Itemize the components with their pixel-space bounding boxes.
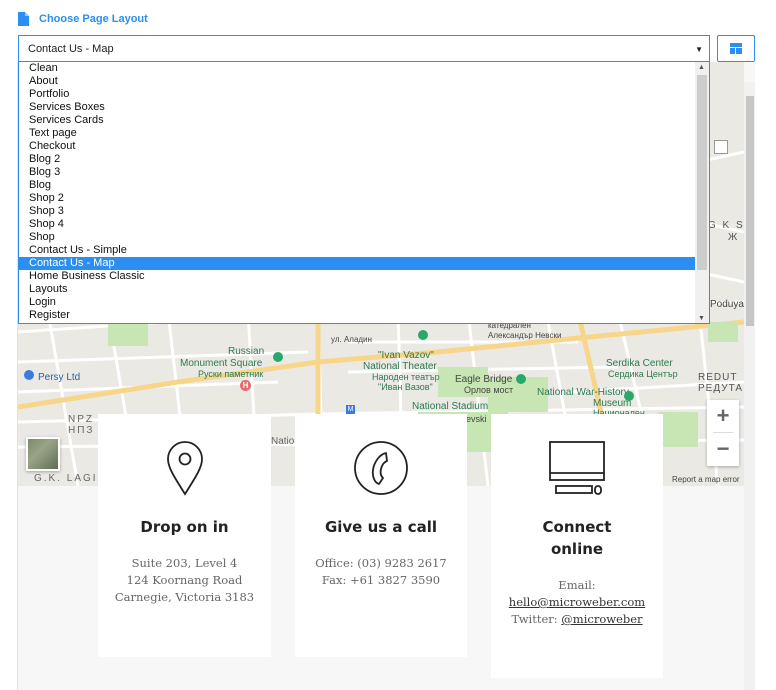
phone-icon xyxy=(354,441,408,495)
layout-select-value: Contact Us - Map xyxy=(28,42,114,55)
map-label-monument-square: Monument Square xyxy=(180,358,263,369)
address-line: 124 Koornang Road xyxy=(126,573,243,587)
map-label-nevski: Александър Невски xyxy=(488,331,562,340)
map-label-reduta: РЕДУТА xyxy=(698,383,744,394)
chevron-down-icon: ▼ xyxy=(695,45,703,54)
computer-icon xyxy=(549,441,605,495)
card-title: Drop on in xyxy=(140,518,229,536)
map-label-national-theater: National Theater xyxy=(363,361,437,372)
email-label: Email: xyxy=(558,578,596,592)
poi-pin-icon xyxy=(624,391,634,401)
dropdown-scrollbar[interactable]: ▲ ▼ xyxy=(695,62,709,323)
map-pin-icon xyxy=(166,441,203,496)
map-label-eagle-bridge: Eagle Bridge xyxy=(455,374,513,385)
contact-card-address: Drop on in Suite 203, Level 4 124 Koorna… xyxy=(98,414,271,657)
map-checkbox[interactable] xyxy=(714,140,728,154)
map-label-serdika: Serdika Center xyxy=(606,358,673,369)
map-label-zh: Ж xyxy=(728,232,738,243)
contact-card-online: Connect online Email: hello@microweber.c… xyxy=(491,414,663,678)
dropdown-option[interactable]: Services Cards xyxy=(19,114,696,127)
poi-pin-icon xyxy=(273,352,283,362)
dropdown-option[interactable]: Shop 4 xyxy=(19,218,696,231)
dropdown-option[interactable]: Layouts xyxy=(19,283,696,296)
dropdown-option[interactable]: Portfolio xyxy=(19,88,696,101)
dropdown-option[interactable]: Blog 2 xyxy=(19,153,696,166)
scroll-down-icon[interactable]: ▼ xyxy=(698,315,705,322)
dropdown-option[interactable]: Blog xyxy=(19,179,696,192)
layout-icon xyxy=(730,43,742,54)
panel-title: Choose Page Layout xyxy=(39,13,148,25)
dropdown-options: Clean About Portfolio Services Boxes Service… xyxy=(19,62,709,322)
dropdown-option[interactable]: Login xyxy=(19,296,696,309)
dropdown-option[interactable]: Checkout xyxy=(19,140,696,153)
layout-dropdown-list: Clean About Portfolio Services Boxes Service… xyxy=(18,62,710,324)
card-title: Connect xyxy=(542,518,612,536)
map-label-orlov-most: Орлов мост xyxy=(464,385,514,395)
dropdown-option[interactable]: Contact Us - Map xyxy=(19,257,696,270)
map-label-ul-aladin: ул. Аладин xyxy=(331,335,372,344)
address-line: Suite 203, Level 4 xyxy=(131,556,238,570)
report-map-error-link[interactable]: Report a map error xyxy=(672,475,740,484)
card-title: online xyxy=(550,540,604,558)
poi-pin-icon xyxy=(516,374,526,384)
map-label-evski: evski xyxy=(466,414,487,424)
map-label-npz: NPZ xyxy=(68,414,94,425)
zoom-in-button[interactable]: + xyxy=(707,400,739,432)
layout-select[interactable]: Contact Us - Map ▼ xyxy=(18,35,710,62)
map-label-gk-lag: G.K. LAGI xyxy=(34,473,98,484)
dropdown-option[interactable]: Home Business Classic xyxy=(19,270,696,283)
address-line: Carnegie, Victoria 3183 xyxy=(114,590,255,604)
poi-pin-icon xyxy=(418,330,428,340)
map-label-russian: Russian xyxy=(228,346,265,357)
map-label-ivan-vazov: "Ivan Vazov" xyxy=(378,350,434,361)
dropdown-option[interactable]: Text page xyxy=(19,127,696,140)
preview-scrollbar[interactable] xyxy=(744,82,755,690)
satellite-toggle[interactable] xyxy=(26,437,60,471)
twitter-line: Twitter: @microweber xyxy=(491,611,663,628)
map-label-redut: REDUT xyxy=(698,372,738,383)
dropdown-option[interactable]: Contact Us - Simple xyxy=(19,244,696,257)
map-label-national-stadium: National Stadium xyxy=(412,401,489,412)
preview-scrollbar-thumb[interactable] xyxy=(746,96,754,326)
map-label-gks: G K S xyxy=(708,220,744,231)
dropdown-option[interactable]: Services Boxes xyxy=(19,101,696,114)
scroll-up-icon[interactable]: ▲ xyxy=(698,64,705,71)
map-label-theater-cyr2: "Иван Вазов" xyxy=(378,382,433,392)
dropdown-option[interactable]: Blog 3 xyxy=(19,166,696,179)
dropdown-scrollbar-thumb[interactable] xyxy=(697,75,707,270)
dropdown-option[interactable]: Clean xyxy=(19,62,696,75)
map-label-national-war: National War-History xyxy=(537,387,629,398)
hospital-icon: H xyxy=(240,380,251,391)
dropdown-option[interactable]: Shop 3 xyxy=(19,205,696,218)
dropdown-option[interactable]: Shop 2 xyxy=(19,192,696,205)
map-label-npz-cyr: НПЗ xyxy=(68,425,95,436)
dropdown-option[interactable]: Register xyxy=(19,309,696,322)
panel-header: Choose Page Layout xyxy=(18,9,148,29)
map-label-persy: Persy Ltd xyxy=(38,372,81,383)
fax-line: Fax: +61 3827 3590 xyxy=(321,573,441,587)
poi-pin-icon xyxy=(24,370,34,380)
map-label-monument-cyr: Руски паметник xyxy=(198,369,264,379)
dropdown-option[interactable]: Shop xyxy=(19,231,696,244)
metro-icon: M xyxy=(346,405,355,414)
map-label-natio: Natio xyxy=(271,436,295,447)
contact-card-phone: Give us a call Office: (03) 9283 2617 Fa… xyxy=(295,414,467,657)
email-link[interactable]: hello@microweber.com xyxy=(491,594,663,611)
zoom-control: + − xyxy=(707,400,739,466)
document-icon xyxy=(18,12,29,26)
phone-line: Office: (03) 9283 2617 xyxy=(315,556,447,570)
dropdown-option[interactable]: About xyxy=(19,75,696,88)
twitter-label: Twitter: xyxy=(511,612,562,626)
layout-button[interactable] xyxy=(717,35,755,62)
map-label-poduya: Poduya xyxy=(710,299,744,310)
zoom-out-button[interactable]: − xyxy=(707,433,739,465)
map-label-serdika-cyr: Сердика Център xyxy=(608,369,678,379)
card-title: Give us a call xyxy=(324,518,438,536)
twitter-link[interactable]: @microweber xyxy=(561,612,642,626)
